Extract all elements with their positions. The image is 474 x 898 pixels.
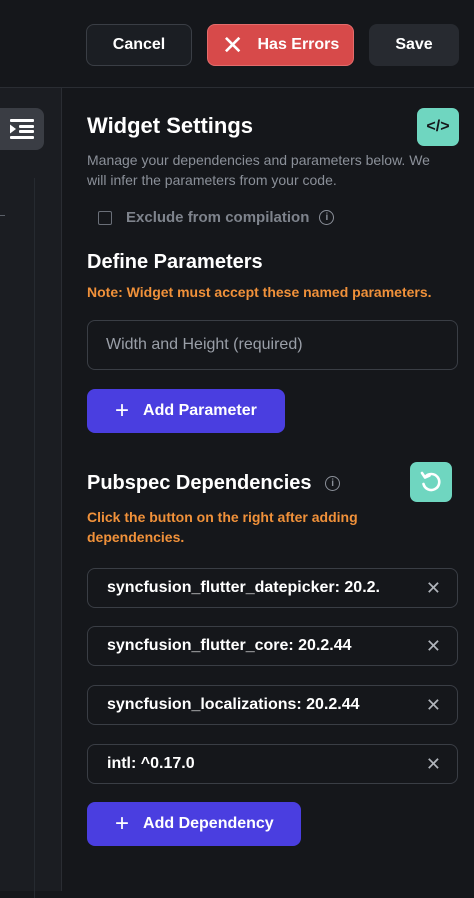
dependency-label: syncfusion_flutter_datepicker: 20.2. [107,579,380,596]
info-icon[interactable]: i [319,210,335,225]
view-code-button[interactable]: </> [417,108,459,146]
add-dependency-button[interactable]: + Add Dependency [87,802,301,846]
indent-list-icon [10,119,34,139]
left-rail [0,88,62,898]
dependency-item[interactable]: intl: ^0.17.0 ✕ [87,744,458,784]
save-button-label: Save [395,36,433,53]
exclude-row: Exclude from compilation i [98,209,335,226]
has-errors-label: Has Errors [257,36,340,53]
widget-settings-panel: Widget Settings </> Manage your dependen… [62,88,474,891]
has-errors-button[interactable]: ✕ Has Errors [207,24,354,66]
dependency-label: syncfusion_flutter_core: 20.2.44 [107,637,352,654]
dependency-item[interactable]: syncfusion_flutter_core: 20.2.44 ✕ [87,626,458,666]
dependencies-note: Click the button on the right after addi… [87,509,358,545]
code-icon: </> [426,118,450,135]
refresh-icon [420,471,441,492]
remove-dependency-icon[interactable]: ✕ [426,695,441,716]
rail-tick [0,215,5,216]
parameter-input[interactable]: Width and Height (required) [87,320,458,370]
dependencies-heading: Pubspec Dependencies i [87,472,341,495]
cancel-button[interactable]: Cancel [86,24,192,66]
dependency-item[interactable]: syncfusion_localizations: 20.2.44 ✕ [87,685,458,725]
settings-description: Manage your dependencies and parameters … [87,152,430,188]
dependencies-heading-text: Pubspec Dependencies [87,472,312,494]
remove-dependency-icon[interactable]: ✕ [426,636,441,657]
plus-icon: + [115,397,130,424]
dependency-label: intl: ^0.17.0 [107,755,195,772]
exclude-label: Exclude from compilation [126,209,310,226]
remove-dependency-icon[interactable]: ✕ [426,754,441,775]
plus-icon: + [115,810,130,837]
top-toolbar: Cancel ✕ Has Errors Save [0,0,474,88]
exclude-checkbox[interactable] [98,210,112,225]
add-parameter-label: Add Parameter [143,402,257,419]
collapse-panel-button[interactable] [0,108,44,150]
close-icon: ✕ [221,30,244,60]
dependency-label: syncfusion_localizations: 20.2.44 [107,696,360,713]
cancel-button-label: Cancel [112,36,166,53]
parameters-heading: Define Parameters [87,251,263,273]
save-button[interactable]: Save [369,24,459,66]
add-dependency-label: Add Dependency [143,815,274,832]
parameter-input-placeholder: Width and Height (required) [106,336,303,353]
rail-divider [34,178,35,898]
page-title: Widget Settings [87,113,254,138]
add-parameter-button[interactable]: + Add Parameter [87,389,285,433]
info-icon[interactable]: i [325,476,341,491]
refresh-dependencies-button[interactable] [410,462,452,502]
remove-dependency-icon[interactable]: ✕ [426,578,441,599]
parameters-note: Note: Widget must accept these named par… [87,284,432,300]
dependency-item[interactable]: syncfusion_flutter_datepicker: 20.2. ✕ [87,568,458,608]
